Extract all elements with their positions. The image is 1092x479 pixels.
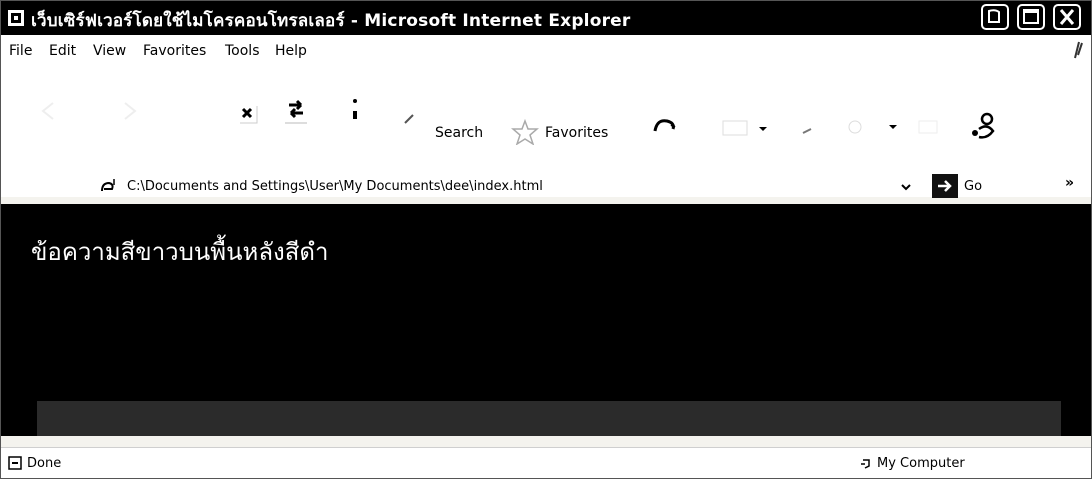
history-icon — [653, 119, 676, 132]
refresh-button[interactable] — [281, 97, 311, 131]
menu-help[interactable]: Help — [275, 43, 307, 59]
messenger-button[interactable] — [963, 111, 1003, 149]
page-text: ข้อความสีขาวบนพื้นหลังสีดำ — [31, 238, 329, 266]
discuss-button[interactable] — [917, 117, 947, 141]
forward-button[interactable] — [111, 97, 151, 129]
home-button[interactable] — [345, 93, 365, 133]
back-button[interactable] — [31, 97, 71, 129]
print-button[interactable] — [799, 119, 829, 143]
mail-button[interactable] — [721, 119, 771, 143]
stop-icon — [240, 106, 258, 124]
go-icon — [932, 174, 958, 198]
mail-icon — [722, 120, 767, 136]
page-icon — [918, 120, 938, 134]
menu-favorites[interactable]: Favorites — [143, 43, 206, 59]
favorites-label[interactable]: Favorites — [545, 125, 608, 141]
search-label[interactable]: Search — [435, 125, 483, 141]
menu-file[interactable]: File — [9, 43, 32, 59]
minimize-button[interactable] — [981, 4, 1009, 30]
links-chevron[interactable]: » — [1065, 175, 1074, 191]
ie-icon — [7, 9, 25, 27]
refresh-icon — [285, 99, 307, 124]
address-dropdown-button[interactable] — [896, 177, 916, 197]
maximize-button[interactable] — [1017, 4, 1045, 30]
menu-view[interactable]: View — [93, 43, 126, 59]
address-bar: C:\Documents and Settings\User\My Docume… — [1, 145, 1091, 199]
my-computer-icon — [859, 454, 873, 472]
search-icon — [404, 114, 414, 124]
edit-button[interactable] — [843, 115, 903, 143]
page-content: ข้อความสีขาวบนพื้นหลังสีดำ — [1, 204, 1091, 436]
throbber-icon — [1069, 41, 1085, 59]
maximize-icon — [1023, 9, 1039, 24]
address-input[interactable]: C:\Documents and Settings\User\My Docume… — [127, 179, 543, 194]
window-title: เว็บเซิร์ฟเวอร์โดยใช้ไมโครคอนโทรลเลอร์ -… — [31, 11, 631, 31]
edit-icon — [848, 120, 897, 134]
print-icon — [802, 128, 812, 134]
chevron-down-icon — [901, 184, 911, 191]
stop-button[interactable] — [235, 101, 259, 129]
close-icon — [1059, 9, 1075, 25]
forward-icon — [124, 102, 137, 120]
horizontal-scrollbar[interactable] — [37, 401, 1061, 436]
menu-tools[interactable]: Tools — [225, 43, 260, 59]
favorites-icon — [510, 118, 540, 146]
minimize-icon — [988, 9, 1000, 23]
messenger-icon — [972, 112, 995, 139]
go-label[interactable]: Go — [964, 179, 982, 194]
done-icon — [7, 455, 23, 471]
search-button[interactable] — [401, 107, 421, 131]
close-button[interactable] — [1053, 4, 1081, 30]
zone-text: My Computer — [877, 456, 965, 471]
home-icon — [353, 99, 357, 119]
standard-toolbar: Search Favorites — [1, 65, 1091, 146]
menu-edit[interactable]: Edit — [49, 43, 76, 59]
title-bar[interactable]: เว็บเซิร์ฟเวอร์โดยใช้ไมโครคอนโทรลเลอร์ -… — [1, 1, 1091, 35]
go-button[interactable] — [931, 173, 959, 199]
status-text: Done — [27, 456, 62, 471]
back-icon — [41, 102, 54, 120]
browser-window: เว็บเซิร์ฟเวอร์โดยใช้ไมโครคอนโทรลเลอร์ -… — [0, 0, 1092, 479]
status-bar: Done My Computer — [1, 447, 1091, 478]
page-icon — [98, 177, 118, 197]
menu-bar: File Edit View Favorites Tools Help — [1, 35, 1091, 66]
history-button[interactable] — [651, 115, 681, 145]
